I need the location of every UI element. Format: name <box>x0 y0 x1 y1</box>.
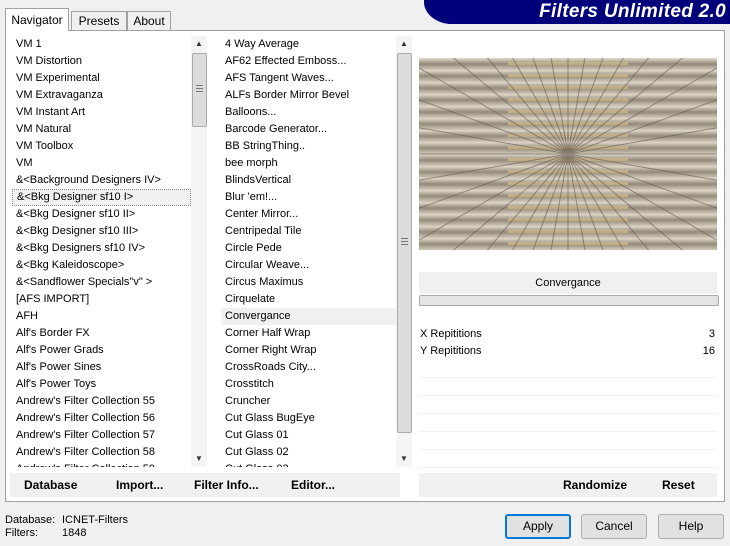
status-database: Database: ICNET-Filters <box>5 514 128 526</box>
param-y-repititions[interactable]: Y Repititions 16 <box>419 343 717 360</box>
category-item[interactable]: VM Experimental <box>12 70 191 87</box>
filter-item[interactable]: CrossRoads City... <box>221 359 396 376</box>
category-item[interactable]: VM Distortion <box>12 53 191 70</box>
filter-item[interactable]: Corner Half Wrap <box>221 325 396 342</box>
database-button[interactable]: Database <box>24 473 77 497</box>
category-item[interactable]: VM Natural <box>12 121 191 138</box>
filter-item[interactable]: Cut Glass 02 <box>221 444 396 461</box>
title-banner: Filters Unlimited 2.0 <box>424 0 730 24</box>
filter-item[interactable]: Balloons... <box>221 104 396 121</box>
category-item[interactable]: Alf's Power Sines <box>12 359 191 376</box>
scroll-up-icon[interactable]: ▲ <box>396 36 412 52</box>
filter-item[interactable]: Center Mirror... <box>221 206 396 223</box>
category-item[interactable]: Andrew's Filter Collection 56 <box>12 410 191 427</box>
tab-presets[interactable]: Presets <box>71 11 127 31</box>
filter-item[interactable]: BlindsVertical <box>221 172 396 189</box>
filter-progress-bar <box>419 295 719 306</box>
import-button[interactable]: Import... <box>116 473 163 497</box>
status-label: Filters: <box>5 527 38 539</box>
filter-item[interactable]: Cut Glass 01 <box>221 427 396 444</box>
category-item[interactable]: Andrew's Filter Collection 55 <box>12 393 191 410</box>
preview-image <box>419 58 717 250</box>
list-actions-bar: Database Import... Filter Info... Editor… <box>10 473 400 497</box>
filter-item[interactable]: Circle Pede <box>221 240 396 257</box>
filter-list[interactable]: 4 Way Average AF62 Effected Emboss... AFS … <box>221 36 396 467</box>
filter-item[interactable]: Cut Glass 03 <box>221 461 396 467</box>
category-item[interactable]: &<Bkg Designer sf10 II> <box>12 206 191 223</box>
filter-item[interactable]: Crosstitch <box>221 376 396 393</box>
filter-item[interactable]: bee morph <box>221 155 396 172</box>
status-filters: Filters: 1848 <box>5 527 86 539</box>
tab-navigator[interactable]: Navigator <box>5 8 69 31</box>
parameter-list: X Repititions 3 Y Repititions 16 <box>419 326 717 468</box>
filter-item[interactable]: ALFs Border Mirror Bevel <box>221 87 396 104</box>
filter-name-label: Convergance <box>419 272 717 294</box>
category-item[interactable]: &<Bkg Kaleidoscope> <box>12 257 191 274</box>
filter-scrollbar[interactable]: ▲ ▼ <box>396 36 412 467</box>
filter-item[interactable]: BB StringThing.. <box>221 138 396 155</box>
category-item[interactable]: &<Bkg Designer sf10 I> <box>12 189 191 206</box>
filter-item[interactable]: Convergance <box>221 308 396 325</box>
category-item[interactable]: Alf's Border FX <box>12 325 191 342</box>
param-label: X Repititions <box>420 328 482 340</box>
category-item[interactable]: VM Toolbox <box>12 138 191 155</box>
filter-item[interactable]: Circus Maximus <box>221 274 396 291</box>
status-value: ICNET-Filters <box>62 514 128 526</box>
param-label: Y Repititions <box>420 345 482 357</box>
filter-item[interactable]: Cruncher <box>221 393 396 410</box>
filter-item[interactable]: AFS Tangent Waves... <box>221 70 396 87</box>
filter-item[interactable]: Barcode Generator... <box>221 121 396 138</box>
category-item[interactable]: Andrew's Filter Collection 57 <box>12 427 191 444</box>
category-item[interactable]: VM Extravaganza <box>12 87 191 104</box>
category-item[interactable]: VM <box>12 155 191 172</box>
status-value: 1848 <box>62 527 87 539</box>
category-item[interactable]: Alf's Power Toys <box>12 376 191 393</box>
category-item[interactable]: &<Bkg Designer sf10 III> <box>12 223 191 240</box>
category-item[interactable]: Andrew's Filter Collection 58 <box>12 444 191 461</box>
reset-button[interactable]: Reset <box>662 473 695 497</box>
filter-item[interactable]: AF62 Effected Emboss... <box>221 53 396 70</box>
scroll-down-icon[interactable]: ▼ <box>396 451 412 467</box>
filter-item[interactable]: Centripedal Tile <box>221 223 396 240</box>
category-item[interactable]: &<Sandflower Specials"v" > <box>12 274 191 291</box>
category-list[interactable]: VM 1 VM Distortion VM Experimental VM Extra… <box>12 36 191 467</box>
editor-button[interactable]: Editor... <box>291 473 335 497</box>
help-button[interactable]: Help <box>658 514 724 539</box>
randomize-button[interactable]: Randomize <box>563 473 627 497</box>
filter-item[interactable]: Blur 'em!... <box>221 189 396 206</box>
category-item[interactable]: &<Bkg Designers sf10 IV> <box>12 240 191 257</box>
filter-item[interactable]: Cut Glass BugEye <box>221 410 396 427</box>
filter-item[interactable]: Corner Right Wrap <box>221 342 396 359</box>
filter-info-button[interactable]: Filter Info... <box>194 473 259 497</box>
filter-item[interactable]: 4 Way Average <box>221 36 396 53</box>
filter-item[interactable]: Circular Weave... <box>221 257 396 274</box>
scroll-thumb[interactable] <box>192 53 207 127</box>
apply-button[interactable]: Apply <box>505 514 571 539</box>
param-value: 3 <box>708 328 715 340</box>
category-item[interactable]: [AFS IMPORT] <box>12 291 191 308</box>
category-scrollbar[interactable]: ▲ ▼ <box>191 36 207 467</box>
filter-item[interactable]: Cirquelate <box>221 291 396 308</box>
parameter-actions-bar: Randomize Reset <box>419 473 717 497</box>
scroll-thumb[interactable] <box>397 53 412 433</box>
app-title: Filters Unlimited 2.0 <box>539 1 726 22</box>
param-x-repititions[interactable]: X Repititions 3 <box>419 326 717 343</box>
category-item[interactable]: VM 1 <box>12 36 191 53</box>
scroll-up-icon[interactable]: ▲ <box>191 36 207 52</box>
scroll-down-icon[interactable]: ▼ <box>191 451 207 467</box>
status-label: Database: <box>5 514 56 526</box>
category-item[interactable]: &<Background Designers IV> <box>12 172 191 189</box>
category-item[interactable]: Alf's Power Grads <box>12 342 191 359</box>
category-item[interactable]: Andrew's Filter Collection 59 <box>12 461 191 467</box>
category-item[interactable]: AFH <box>12 308 191 325</box>
param-value: 16 <box>702 345 715 357</box>
tab-about[interactable]: About <box>127 11 171 31</box>
cancel-button[interactable]: Cancel <box>581 514 647 539</box>
category-item[interactable]: VM Instant Art <box>12 104 191 121</box>
